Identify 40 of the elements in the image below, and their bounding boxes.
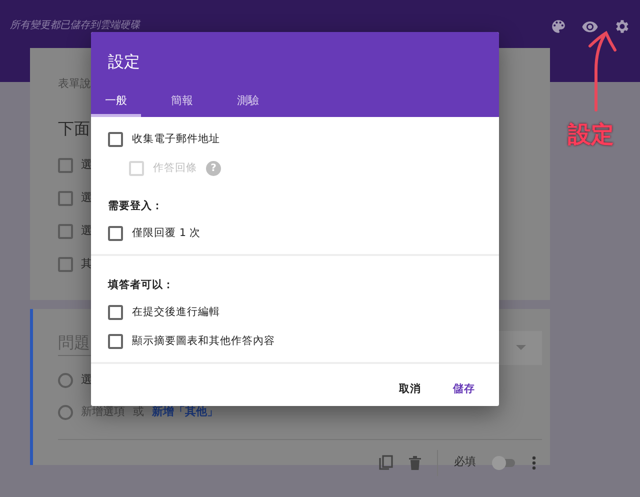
save-button[interactable]: 儲存 — [445, 378, 483, 402]
checkbox[interactable] — [108, 226, 123, 241]
radio-button[interactable] — [58, 404, 73, 420]
copy-icon[interactable] — [379, 454, 393, 470]
option-label: 其 — [81, 256, 92, 272]
tab[interactable]: 簡報 — [157, 93, 207, 117]
section-heading: 需要登入： — [108, 199, 164, 214]
option-label: 選 — [81, 190, 92, 206]
checkbox-label: 顯示摘要圖表和其他作答內容 — [132, 334, 275, 349]
checkbox[interactable] — [58, 190, 73, 206]
checkbox[interactable] — [58, 158, 73, 172]
required-label: 必填 — [454, 454, 476, 470]
checkbox-label: 在提交後進行編輯 — [132, 304, 220, 320]
dialog-title: 設定 — [107, 51, 141, 73]
radio-button[interactable] — [58, 372, 73, 388]
palette-icon[interactable] — [550, 18, 567, 35]
section-heading: 填答者可以： — [108, 278, 175, 293]
more-icon[interactable] — [532, 456, 536, 470]
form-description: 表單說 — [58, 76, 92, 92]
required-toggle[interactable] — [492, 456, 516, 470]
option-label: 選 — [81, 222, 92, 239]
settings-icon[interactable] — [613, 18, 630, 35]
checkbox[interactable] — [58, 224, 73, 238]
question-title: 下面 — [58, 118, 90, 140]
tab[interactable]: 測驗 — [223, 93, 273, 117]
tab[interactable]: 一般 — [91, 93, 141, 117]
caret-icon — [516, 345, 526, 351]
annotation-text: 設定 — [568, 121, 614, 150]
checkbox-label: 作答回條 — [153, 160, 197, 176]
checkbox-label: 僅限回覆 1 次 — [132, 226, 200, 241]
checkbox[interactable] — [58, 256, 73, 272]
save-status-text: 所有變更都已儲存到雲端硬碟 — [10, 18, 140, 33]
option-label: 選 — [81, 156, 92, 173]
option-label: 選 — [81, 372, 92, 388]
checkbox[interactable] — [108, 132, 123, 147]
checkbox[interactable] — [108, 305, 123, 320]
cancel-button[interactable]: 取消 — [391, 378, 429, 402]
trash-icon[interactable] — [409, 456, 421, 470]
checkbox-label: 收集電子郵件地址 — [132, 132, 220, 147]
checkbox[interactable] — [108, 334, 123, 349]
